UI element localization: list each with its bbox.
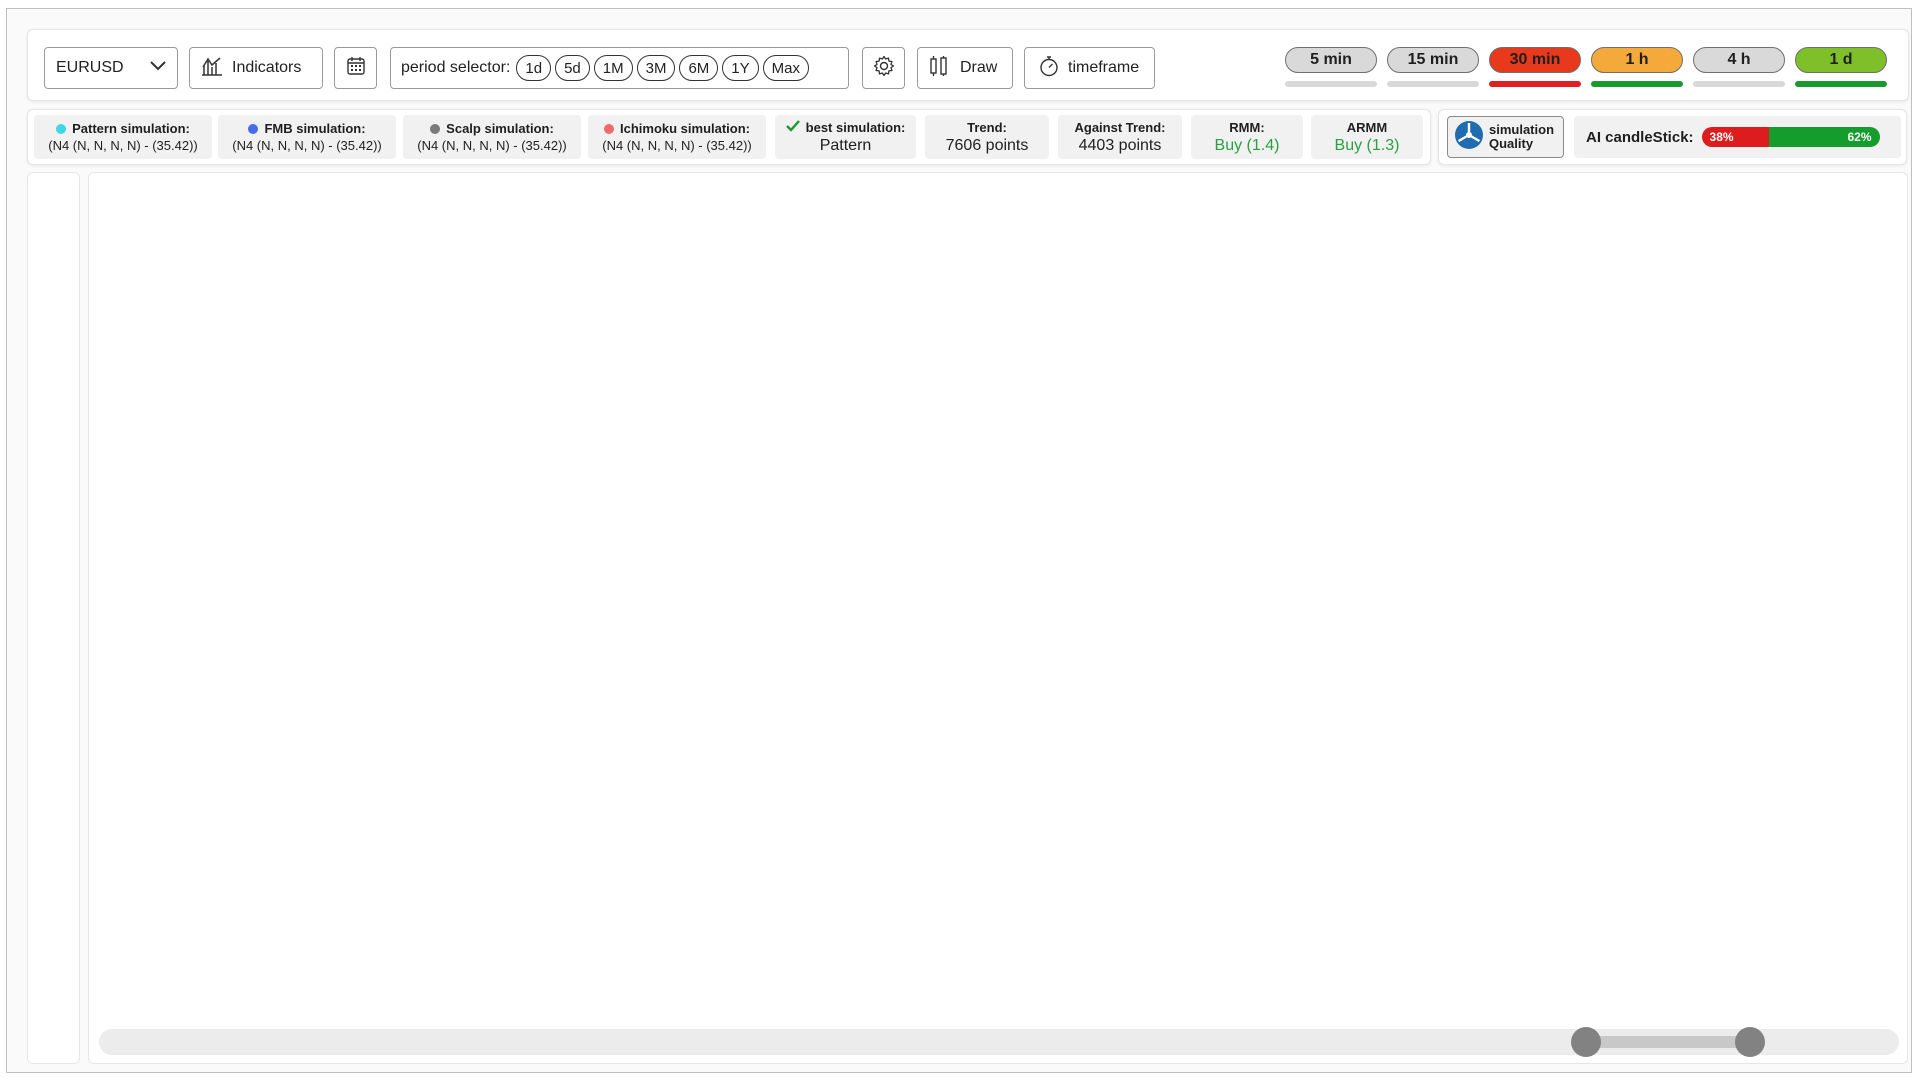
- quality-label-line1: simulation: [1489, 122, 1555, 137]
- fmb-simulation-label: FMB simulation:: [264, 121, 366, 136]
- quality-bar: simulation Quality AI candleStick: 38% 62…: [1438, 109, 1907, 165]
- best-simulation-value: Pattern: [819, 136, 872, 154]
- trend-label: Trend:: [967, 119, 1007, 135]
- timeframe-pill-1d[interactable]: 1 d: [1795, 47, 1887, 73]
- period-6m[interactable]: 6M: [679, 55, 719, 81]
- timeframe-pill-30min[interactable]: 30 min: [1489, 47, 1581, 73]
- indicators-label: Indicators: [232, 59, 302, 76]
- side-panel: [27, 172, 80, 1064]
- simulation-quality-button[interactable]: simulation Quality: [1447, 116, 1564, 158]
- pattern-simulation-dot: [56, 123, 67, 134]
- indicators-icon: [200, 55, 224, 82]
- app-window: EURUSD Indicators period selector: 1d 5d…: [6, 8, 1912, 1073]
- symbol-select[interactable]: EURUSD: [44, 47, 178, 89]
- timeframe-button[interactable]: timeframe: [1024, 47, 1155, 89]
- quality-label-line2: Quality: [1489, 136, 1534, 151]
- rmm-card: RMM: Buy (1.4): [1191, 115, 1303, 159]
- ai-candlestick-meter: 38% 62%: [1701, 127, 1880, 147]
- range-slider-track[interactable]: [99, 1027, 1899, 1057]
- timeframe-label: timeframe: [1068, 59, 1140, 76]
- quality-icon: [1454, 120, 1484, 155]
- calendar-icon: [346, 56, 366, 81]
- against-trend-card: Against Trend: 4403 points: [1058, 115, 1182, 159]
- bear-percentage: 38%: [1701, 127, 1770, 147]
- period-selector-label: period selector:: [401, 59, 511, 76]
- ichimoku-simulation-value: (N4 (N, N, N, N) - (35.42)): [602, 138, 752, 153]
- armm-card: ARMM Buy (1.3): [1311, 115, 1423, 159]
- indicators-button[interactable]: Indicators: [189, 47, 323, 89]
- rmm-value: Buy (1.4): [1214, 136, 1280, 154]
- ichimoku-simulation-dot: [603, 123, 614, 134]
- ai-candlestick-card: AI candleStick: 38% 62%: [1574, 116, 1901, 158]
- timeframe-indicator-15min: [1387, 81, 1479, 87]
- trend-card: Trend: 7606 points: [925, 115, 1049, 159]
- range-slider-end-handle[interactable]: [1734, 1027, 1765, 1057]
- range-slider-start-handle[interactable]: [1570, 1027, 1601, 1057]
- trend-value: 7606 points: [945, 136, 1029, 154]
- settings-button[interactable]: [862, 47, 905, 89]
- best-simulation-label: best simulation:: [805, 119, 906, 135]
- against-trend-label: Against Trend:: [1074, 119, 1166, 135]
- draw-button[interactable]: Draw: [917, 47, 1013, 89]
- period-max[interactable]: Max: [762, 55, 809, 81]
- fmb-simulation-card: FMB simulation: (N4 (N, N, N, N) - (35.4…: [218, 115, 396, 159]
- chart-area[interactable]: [88, 172, 1908, 1064]
- pattern-simulation-label: Pattern simulation:: [72, 121, 190, 136]
- draw-icon: [928, 55, 950, 82]
- best-simulation-card: best simulation: Pattern: [775, 115, 916, 159]
- timeframe-pill-15min[interactable]: 15 min: [1387, 47, 1479, 73]
- ai-candlestick-label: AI candleStick:: [1586, 128, 1694, 146]
- scalp-simulation-card: Scalp simulation: (N4 (N, N, N, N) - (35…: [403, 115, 581, 159]
- chevron-down-icon: [149, 59, 167, 77]
- stopwatch-icon: [1038, 55, 1060, 82]
- rmm-label: RMM:: [1229, 119, 1265, 135]
- fmb-simulation-value: (N4 (N, N, N, N) - (35.42)): [232, 138, 382, 153]
- period-3m[interactable]: 3M: [636, 55, 676, 81]
- simulation-info-bar: Pattern simulation: (N4 (N, N, N, N) - (…: [27, 109, 1431, 165]
- timeframe-indicator-4h: [1693, 81, 1785, 87]
- period-1d[interactable]: 1d: [516, 55, 552, 81]
- draw-label: Draw: [960, 59, 998, 76]
- timeframe-indicator-1h: [1591, 81, 1683, 87]
- range-slider-selection[interactable]: [1585, 1036, 1750, 1048]
- fmb-simulation-dot: [248, 123, 259, 134]
- scalp-simulation-value: (N4 (N, N, N, N) - (35.42)): [417, 138, 567, 153]
- against-trend-value: 4403 points: [1078, 136, 1162, 154]
- ichimoku-simulation-label: Ichimoku simulation:: [619, 121, 750, 136]
- top-toolbar: EURUSD Indicators period selector: 1d 5d…: [27, 29, 1909, 101]
- period-1y[interactable]: 1Y: [722, 55, 759, 81]
- pattern-simulation-value: (N4 (N, N, N, N) - (35.42)): [48, 138, 198, 153]
- scalp-simulation-label: Scalp simulation:: [446, 121, 554, 136]
- period-1m[interactable]: 1M: [593, 55, 633, 81]
- calendar-button[interactable]: [334, 47, 377, 89]
- check-icon: [785, 119, 800, 135]
- armm-value: Buy (1.3): [1334, 136, 1400, 154]
- timeframe-indicator-5min: [1285, 81, 1377, 87]
- timeframe-pill-1h[interactable]: 1 h: [1591, 47, 1683, 73]
- symbol-value: EURUSD: [56, 59, 124, 76]
- bull-percentage: 62%: [1769, 127, 1880, 147]
- ichimoku-simulation-card: Ichimoku simulation: (N4 (N, N, N, N) - …: [588, 115, 766, 159]
- timeframe-indicator-30min: [1489, 81, 1581, 87]
- timeframe-pill-5min[interactable]: 5 min: [1285, 47, 1377, 73]
- scalp-simulation-dot: [430, 123, 441, 134]
- pattern-simulation-card: Pattern simulation: (N4 (N, N, N, N) - (…: [34, 115, 212, 159]
- period-5d[interactable]: 5d: [555, 55, 590, 81]
- timeframe-pill-4h[interactable]: 4 h: [1693, 47, 1785, 73]
- period-selector: period selector: 1d 5d 1M 3M 6M 1Y Max: [390, 47, 849, 89]
- timeframe-indicator-1d: [1795, 81, 1887, 87]
- gear-icon: [873, 55, 895, 82]
- armm-label: ARMM: [1346, 119, 1388, 135]
